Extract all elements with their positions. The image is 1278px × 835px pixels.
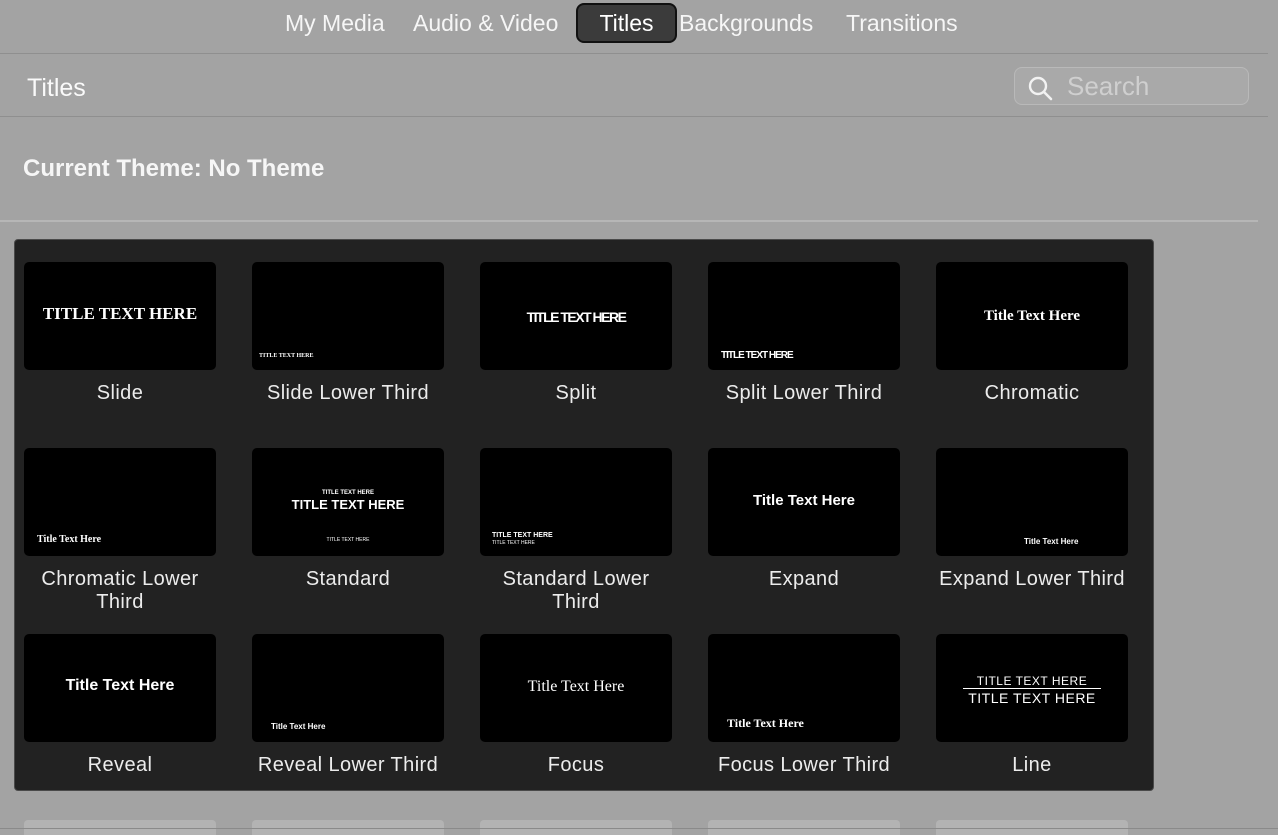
search-field[interactable]	[1014, 67, 1249, 105]
title-tile-expand-lower-third[interactable]: Title Text Here Expand Lower Third	[936, 448, 1128, 591]
title-thumbnail[interactable]: Title Text Here	[936, 262, 1128, 370]
tab-backgrounds[interactable]: Backgrounds	[679, 3, 813, 43]
title-label: Slide Lower Third	[266, 382, 430, 404]
title-label: Focus Lower Third	[717, 754, 891, 776]
preview-text: Title Text Here	[271, 722, 326, 731]
title-label: Line	[1012, 754, 1052, 776]
title-thumbnail[interactable]: TITLE TEXT HERE TITLE TEXT HERE TITLE TE…	[252, 448, 444, 556]
title-thumbnail[interactable]: TITLE TEXT HERE TITLE TEXT HERE	[936, 634, 1128, 742]
title-label: Focus	[547, 754, 605, 776]
preview-text: Title Text Here	[727, 716, 804, 730]
title-tile-reveal[interactable]: Title Text Here Reveal	[24, 634, 216, 777]
preview-text: TITLE TEXT HERE	[526, 309, 627, 325]
title-thumbnail[interactable]: Title Text Here	[708, 448, 900, 556]
preview-text: Title Text Here	[527, 678, 625, 695]
browser-header: Titles	[0, 54, 1268, 117]
preview-text: Title Text Here	[983, 308, 1081, 324]
title-thumbnail[interactable]: Title Text Here	[24, 448, 216, 556]
preview-text: TITLE TEXT HERE	[259, 353, 314, 359]
section-divider	[0, 220, 1258, 222]
title-label: Slide	[96, 382, 144, 404]
title-tile-standard-lower-third[interactable]: TITLE TEXT HERE TITLE TEXT HERE Standard…	[480, 448, 672, 614]
title-label: Split	[555, 382, 597, 404]
title-thumbnail[interactable]: Title Text Here	[24, 634, 216, 742]
preview-text: Title Text Here	[753, 492, 855, 509]
titles-grid: TITLE TEXT HERE Slide TITLE TEXT HERE Sl…	[14, 239, 1154, 791]
preview-subtitle: TITLE TEXT HERE	[492, 540, 535, 546]
title-tile-reveal-lower-third[interactable]: Title Text Here Reveal Lower Third	[252, 634, 444, 777]
title-thumbnail[interactable]: TITLE TEXT HERE	[708, 262, 900, 370]
title-thumbnail[interactable]: TITLE TEXT HERE	[24, 262, 216, 370]
title-label: Standard Lower Third	[502, 568, 650, 613]
title-tile-split-lower-third[interactable]: TITLE TEXT HERE Split Lower Third	[708, 262, 900, 405]
preview-subtitle: TITLE TEXT HERE	[968, 690, 1096, 706]
tab-transitions[interactable]: Transitions	[846, 3, 958, 43]
title-tile-focus[interactable]: Title Text Here Focus	[480, 634, 672, 777]
title-label: Expand Lower Third	[939, 568, 1125, 590]
title-tile-expand[interactable]: Title Text Here Expand	[708, 448, 900, 591]
title-thumbnail[interactable]: Title Text Here	[252, 634, 444, 742]
preview-text: TITLE TEXT HERE	[721, 350, 794, 361]
preview-text: Title Text Here	[37, 534, 102, 545]
title-label: Standard	[305, 568, 391, 590]
title-tile-split[interactable]: TITLE TEXT HERE Split	[480, 262, 672, 405]
search-icon	[1028, 76, 1053, 101]
preview-subtitle: TITLE TEXT HERE	[321, 490, 374, 496]
title-tile-chromatic-lower-third[interactable]: Title Text Here Chromatic Lower Third	[24, 448, 216, 614]
page-title: Titles	[27, 74, 86, 102]
title-thumbnail[interactable]: TITLE TEXT HERE	[252, 262, 444, 370]
line-divider	[963, 688, 1101, 689]
preview-text: Title Text Here	[65, 677, 175, 694]
media-browser-tabbar: My Media Audio & Video Titles Background…	[0, 0, 1268, 54]
title-label: Split Lower Third	[725, 382, 883, 404]
title-tile-slide-lower-third[interactable]: TITLE TEXT HERE Slide Lower Third	[252, 262, 444, 405]
title-thumbnail[interactable]: TITLE TEXT HERE	[480, 262, 672, 370]
title-label: Chromatic Lower Third	[41, 568, 199, 613]
title-thumbnail[interactable]: TITLE TEXT HERE TITLE TEXT HERE	[480, 448, 672, 556]
tab-audio-video[interactable]: Audio & Video	[413, 3, 558, 43]
title-label: Reveal Lower Third	[257, 754, 439, 776]
preview-caption: TITLE TEXT HERE	[326, 537, 370, 543]
title-label: Reveal	[87, 754, 153, 776]
bottom-divider	[0, 828, 1278, 829]
title-label: Chromatic	[984, 382, 1080, 404]
title-tile-focus-lower-third[interactable]: Title Text Here Focus Lower Third	[708, 634, 900, 777]
title-label: Expand	[768, 568, 840, 590]
search-input[interactable]	[1067, 71, 1237, 101]
tab-my-media[interactable]: My Media	[285, 3, 385, 43]
title-tile-line[interactable]: TITLE TEXT HERE TITLE TEXT HERE Line	[936, 634, 1128, 777]
current-theme-label: Current Theme: No Theme	[23, 155, 325, 182]
title-tile-chromatic[interactable]: Title Text Here Chromatic	[936, 262, 1128, 405]
title-thumbnail[interactable]: Title Text Here	[708, 634, 900, 742]
title-tile-standard[interactable]: TITLE TEXT HERE TITLE TEXT HERE TITLE TE…	[252, 448, 444, 591]
tab-titles[interactable]: Titles	[576, 3, 677, 43]
preview-text: TITLE TEXT HERE	[976, 674, 1088, 688]
title-tile-slide[interactable]: TITLE TEXT HERE Slide	[24, 262, 216, 405]
title-thumbnail[interactable]: Title Text Here	[480, 634, 672, 742]
preview-text: TITLE TEXT HERE	[291, 497, 405, 512]
preview-text: TITLE TEXT HERE	[42, 304, 198, 323]
title-thumbnail[interactable]: Title Text Here	[936, 448, 1128, 556]
preview-text: TITLE TEXT HERE	[492, 532, 553, 539]
preview-text: Title Text Here	[1024, 537, 1079, 546]
